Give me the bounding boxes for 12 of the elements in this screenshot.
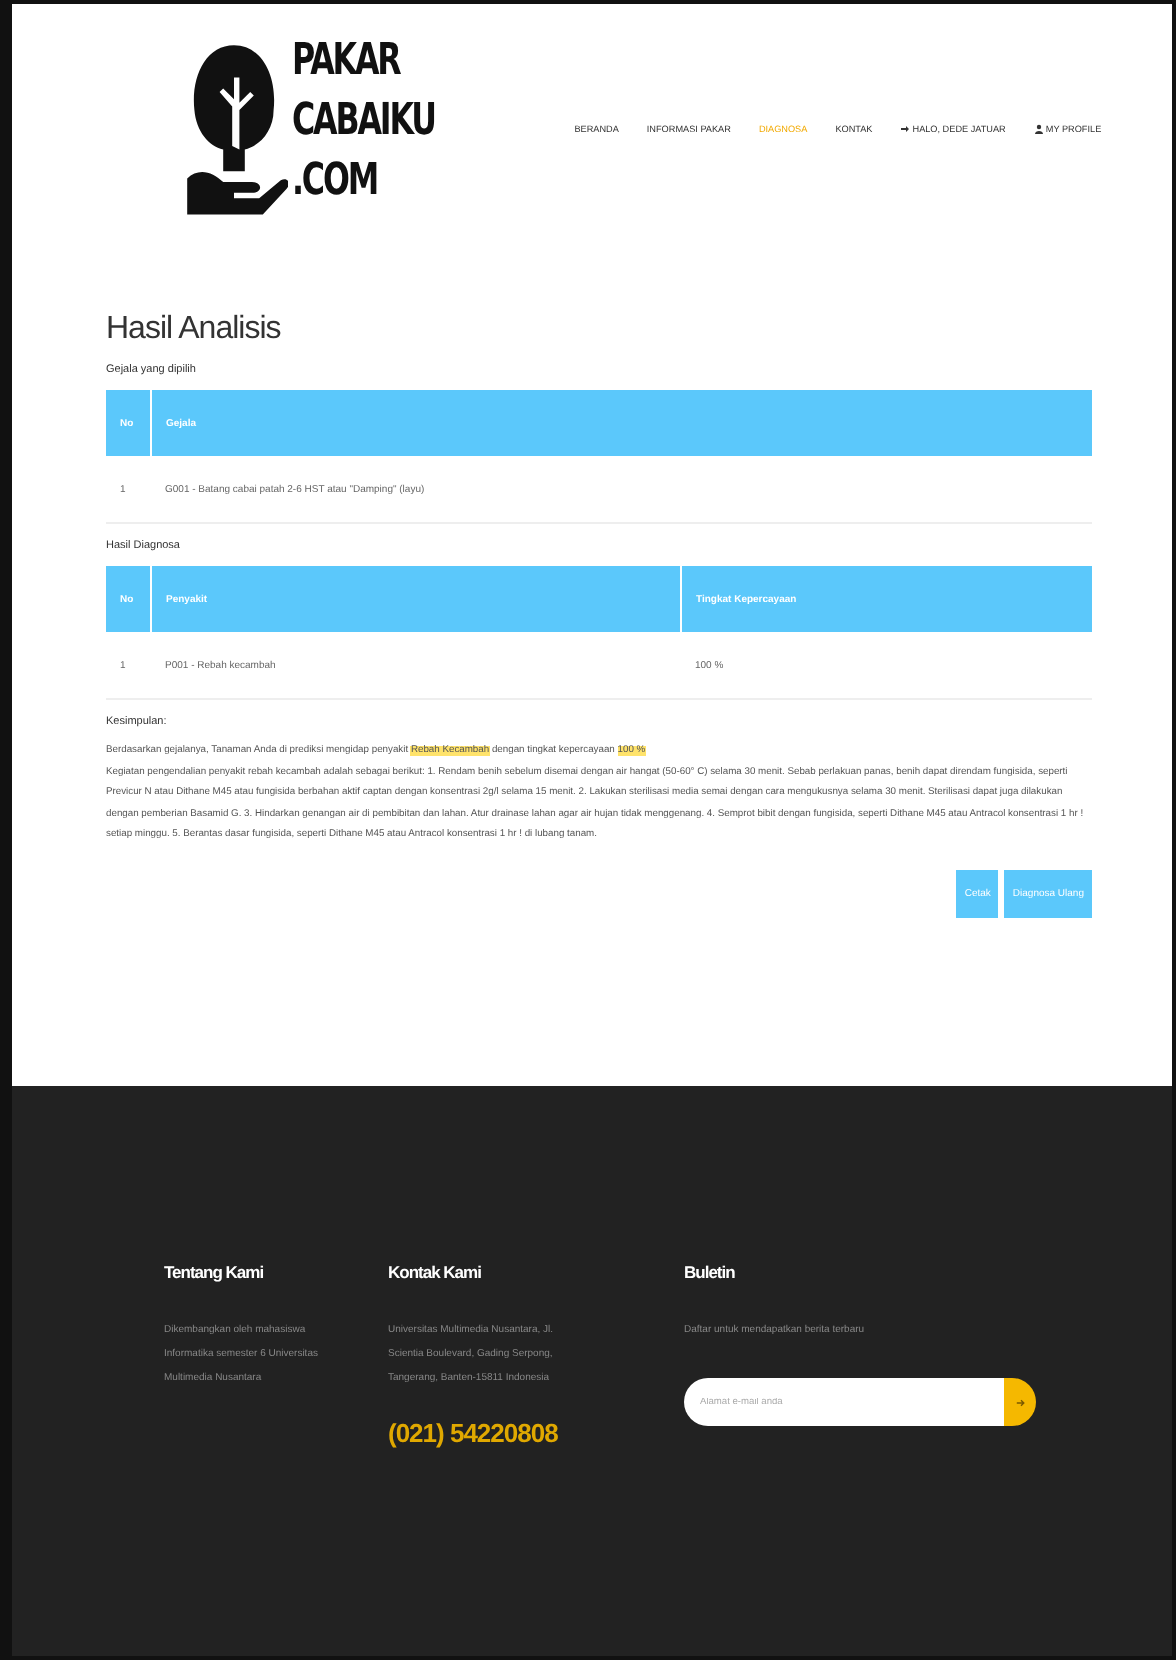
user-icon — [1033, 123, 1044, 133]
footer-heading: Buletin — [684, 1262, 737, 1282]
footer-heading: Tentang Kami — [164, 1262, 266, 1282]
sign-in-icon — [900, 123, 911, 133]
logo-text: PAKAR — [292, 34, 400, 90]
logo-text: CABAIKU — [292, 94, 435, 150]
phone-number: (021) 54220808 — [388, 1418, 560, 1448]
footer-heading: Kontak Kami — [388, 1262, 483, 1282]
arrow-icon — [1013, 1395, 1027, 1409]
submit-button[interactable] — [1004, 1378, 1036, 1426]
page-title: Hasil Analisis — [106, 312, 283, 348]
logo-text: .COM — [292, 154, 378, 210]
